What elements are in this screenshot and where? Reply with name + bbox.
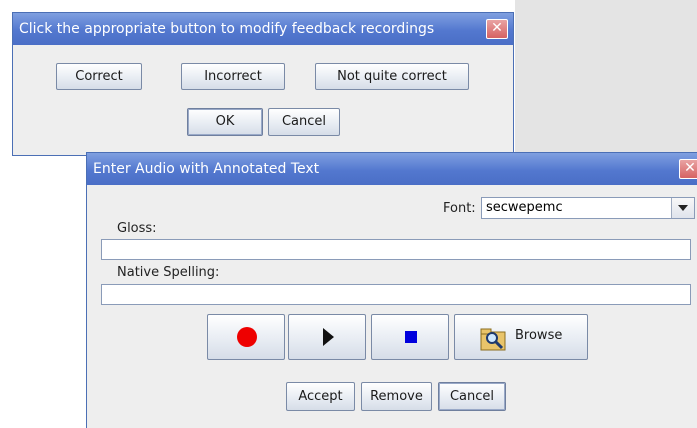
font-select-value: secwepemc — [486, 200, 563, 215]
play-icon — [323, 328, 334, 346]
audio-dialog-titlebar: Enter Audio with Annotated Text — [87, 153, 697, 185]
not-quite-correct-button-label: Not quite correct — [337, 69, 447, 84]
accept-button[interactable]: Accept — [286, 382, 355, 411]
audio-cancel-button[interactable]: Cancel — [438, 382, 506, 411]
browse-button-label: Browse — [515, 328, 563, 343]
play-button[interactable] — [288, 314, 366, 360]
remove-button[interactable]: Remove — [361, 382, 432, 411]
audio-dialog-title: Enter Audio with Annotated Text — [93, 161, 320, 177]
feedback-cancel-button[interactable]: Cancel — [268, 108, 340, 136]
accept-button-label: Accept — [298, 389, 343, 404]
correct-button-label: Correct — [75, 69, 123, 84]
incorrect-button-label: Incorrect — [204, 69, 262, 84]
feedback-dialog-title: Click the appropriate button to modify f… — [19, 21, 435, 37]
audio-cancel-button-label: Cancel — [449, 389, 495, 404]
close-icon: ✕ — [684, 160, 696, 176]
close-icon: ✕ — [491, 20, 503, 36]
font-label: Font: — [443, 201, 476, 216]
audio-dialog-close-button[interactable]: ✕ — [679, 159, 697, 179]
incorrect-button[interactable]: Incorrect — [181, 63, 285, 90]
gloss-label: Gloss: — [117, 221, 157, 236]
feedback-cancel-button-label: Cancel — [281, 114, 327, 129]
record-button[interactable] — [207, 314, 285, 360]
native-spelling-input[interactable] — [101, 284, 691, 305]
feedback-dialog-close-button[interactable]: ✕ — [486, 19, 508, 39]
record-icon — [237, 327, 257, 347]
chevron-down-icon[interactable] — [671, 198, 694, 218]
stop-button[interactable] — [371, 314, 449, 360]
stop-icon — [405, 331, 417, 343]
ok-button-label: OK — [215, 114, 235, 129]
remove-button-label: Remove — [370, 389, 423, 404]
font-select[interactable]: secwepemc — [481, 197, 695, 219]
browse-button[interactable]: Browse — [454, 314, 588, 360]
audio-dialog: Enter Audio with Annotated Text ✕ Font: … — [86, 152, 697, 428]
ok-button[interactable]: OK — [187, 108, 263, 136]
folder-search-icon — [480, 328, 506, 351]
feedback-dialog-titlebar: Click the appropriate button to modify f… — [13, 13, 513, 45]
feedback-dialog: Click the appropriate button to modify f… — [12, 12, 514, 156]
not-quite-correct-button[interactable]: Not quite correct — [315, 63, 469, 90]
gloss-input[interactable] — [101, 239, 691, 260]
native-spelling-label: Native Spelling: — [117, 265, 220, 280]
correct-button[interactable]: Correct — [56, 63, 142, 90]
